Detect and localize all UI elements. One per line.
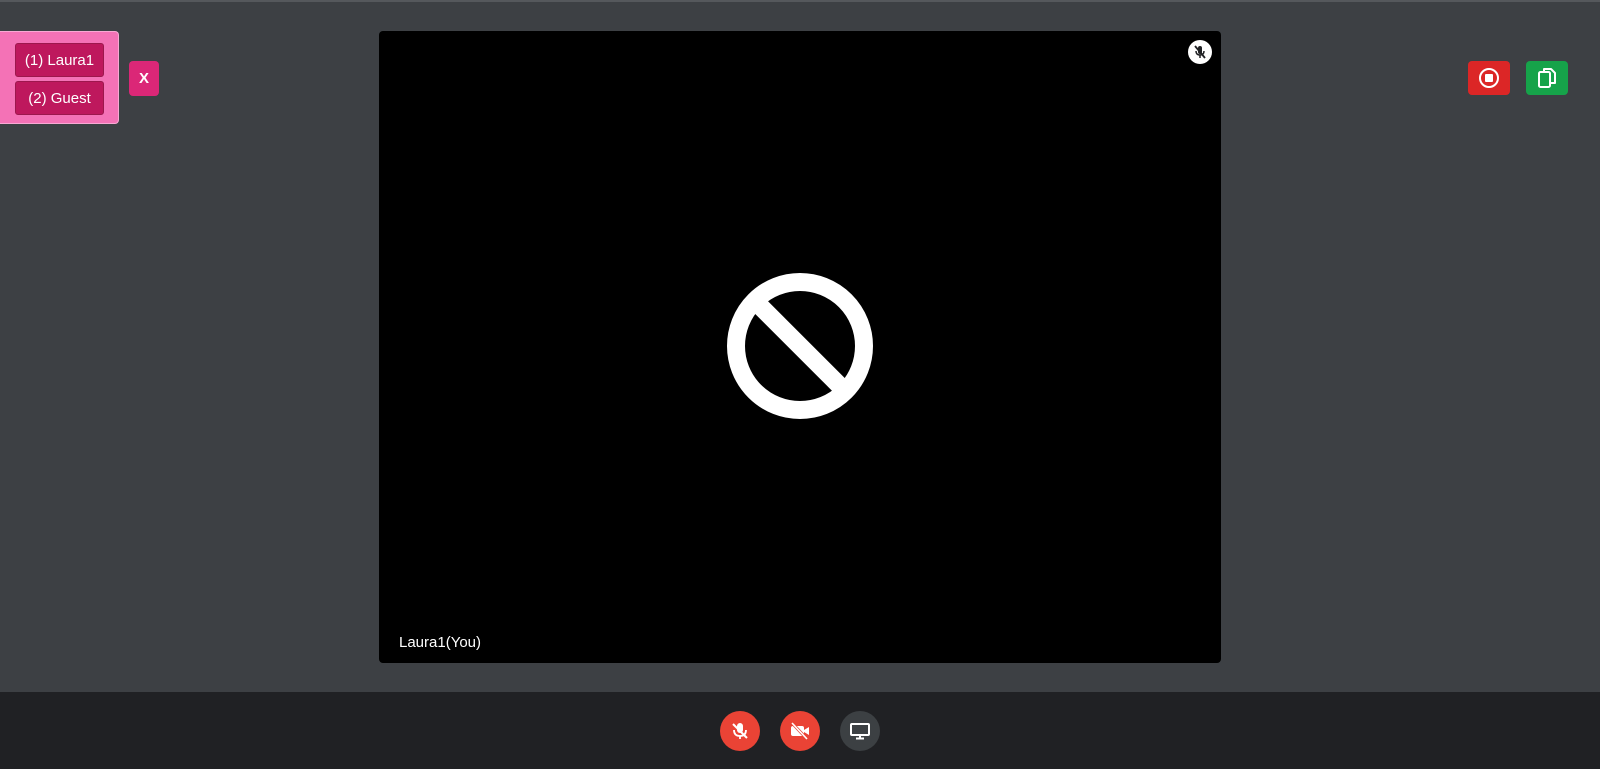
close-participants-button[interactable]: X (129, 61, 159, 96)
camera-disabled-icon (727, 273, 873, 419)
mic-muted-icon (1188, 40, 1212, 64)
video-off-icon (790, 721, 809, 741)
control-bar (0, 692, 1600, 769)
copy-link-button[interactable] (1526, 61, 1568, 95)
camera-toggle-button[interactable] (780, 711, 820, 751)
participant-button-2[interactable]: (2) Guest (15, 81, 104, 115)
screen-share-button[interactable] (840, 711, 880, 751)
screen-share-icon (850, 723, 870, 740)
top-border (0, 0, 1600, 2)
stop-record-icon (1479, 68, 1499, 88)
mic-off-icon (732, 723, 748, 739)
mic-toggle-button[interactable] (720, 711, 760, 751)
participant-button-1[interactable]: (1) Laura1 (15, 43, 104, 77)
participant-name-label: Laura1(You) (399, 634, 482, 651)
participants-panel: (1) Laura1 (2) Guest (0, 31, 119, 124)
video-tile: Laura1(You) (379, 31, 1221, 663)
stop-recording-button[interactable] (1468, 61, 1510, 95)
copy-icon (1538, 68, 1556, 88)
